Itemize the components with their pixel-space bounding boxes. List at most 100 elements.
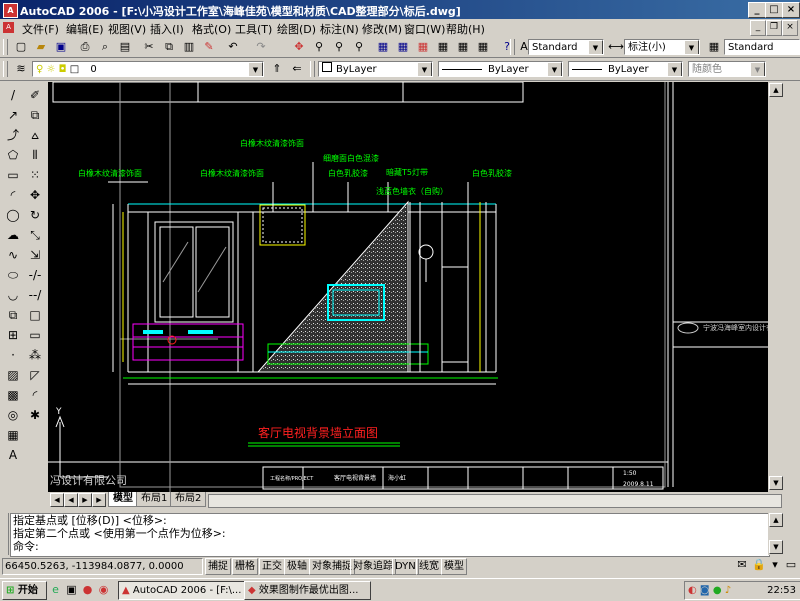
layer-combo[interactable]: ♀ ☼ ◘ □ 0 ▼ (32, 61, 264, 77)
doc-close-button[interactable]: × (782, 20, 798, 36)
region-icon[interactable]: ◎ (4, 406, 22, 424)
polar-toggle[interactable]: 极轴 (284, 558, 310, 575)
quicklaunch-desktop-icon[interactable]: ▣ (64, 581, 79, 598)
tray-icon[interactable]: ◙ (700, 585, 710, 596)
scroll-down-icon[interactable]: ▼ (769, 476, 783, 490)
stretch-icon[interactable]: ⇲ (26, 246, 44, 264)
redo-icon[interactable]: ↷ (252, 38, 270, 56)
polyline-icon[interactable]: ⤴ (4, 126, 22, 144)
explode-icon[interactable]: ✱ (26, 406, 44, 424)
offset-icon[interactable]: ⫴ (26, 146, 44, 164)
spline-icon[interactable]: ∿ (4, 246, 22, 264)
start-button[interactable]: ⊞ 开始 (2, 581, 47, 600)
scroll-up-icon[interactable]: ▲ (769, 83, 783, 97)
design-center-icon[interactable]: ▦ (394, 38, 412, 56)
table-icon[interactable]: ▦ (4, 426, 22, 444)
chevron-down-icon[interactable]: ▼ (667, 62, 682, 76)
menu-dimension[interactable]: 标注(N) (320, 21, 359, 37)
chevron-down-icon[interactable]: ▼ (417, 62, 432, 76)
rotate-icon[interactable]: ↻ (26, 206, 44, 224)
otrack-toggle[interactable]: 对象追踪 (350, 558, 396, 575)
erase-icon[interactable]: ✐ (26, 86, 44, 104)
menu-help[interactable]: 帮助(H) (446, 21, 485, 37)
new-file-icon[interactable]: ▢ (12, 38, 30, 56)
copy-icon[interactable]: ⧉ (160, 38, 178, 56)
plot-style-combo[interactable]: 随颜色 ▼ (688, 61, 766, 77)
dyn-toggle[interactable]: DYN (392, 558, 419, 575)
polygon-icon[interactable]: ⬠ (4, 146, 22, 164)
prev-tab-icon[interactable]: ◀ (64, 493, 78, 507)
ellipse-arc-icon[interactable]: ◡ (4, 286, 22, 304)
linetype-combo[interactable]: ByLayer ▼ (438, 61, 563, 77)
command-prompt[interactable]: 命令: (11, 540, 769, 553)
menu-format[interactable]: 格式(O) (192, 21, 231, 37)
close-button[interactable]: × (782, 2, 800, 18)
text-style-combo[interactable]: Standard ▼ (528, 39, 604, 55)
open-folder-icon[interactable]: ▰ (32, 38, 50, 56)
tray-icon[interactable]: ◐ (688, 585, 697, 596)
first-tab-icon[interactable]: ◀ (50, 493, 64, 507)
tool-palettes-icon[interactable]: ▦ (414, 38, 432, 56)
lineweight-toggle[interactable]: 线宽 (416, 558, 442, 575)
ortho-toggle[interactable]: 正交 (259, 558, 285, 575)
gradient-icon[interactable]: ▩ (4, 386, 22, 404)
next-tab-icon[interactable]: ▶ (78, 493, 92, 507)
dim-style-icon[interactable]: ⟷ (607, 38, 625, 56)
tray-icon[interactable]: ● (713, 585, 722, 596)
task-autocad[interactable]: ▲ AutoCAD 2006 - [F:\... (118, 581, 245, 600)
menu-edit[interactable]: 编辑(E) (66, 21, 104, 37)
calculator-icon[interactable]: ▦ (474, 38, 492, 56)
properties-icon[interactable]: ▦ (374, 38, 392, 56)
array-icon[interactable]: ⁙ (26, 166, 44, 184)
menu-draw[interactable]: 绘图(D) (277, 21, 316, 37)
tab-model[interactable]: 模型 (108, 492, 138, 507)
chevron-down-icon[interactable]: ▼ (750, 62, 765, 76)
circle-icon[interactable]: ◯ (4, 206, 22, 224)
point-icon[interactable]: · (4, 346, 22, 364)
chevron-down-icon[interactable]: ▼ (588, 40, 603, 54)
task-render-doc[interactable]: ◆ 效果图制作最优出图... (244, 581, 371, 600)
tab-layout2[interactable]: 布局2 (170, 492, 207, 507)
chamfer-icon[interactable]: ◸ (26, 366, 44, 384)
osnap-toggle[interactable]: 对象捕捉 (309, 558, 355, 575)
tray-icon[interactable]: ♪ (725, 585, 731, 596)
menu-modify[interactable]: 修改(M) (362, 21, 402, 37)
layer-manager-icon[interactable]: ≋ (12, 60, 30, 78)
ellipse-icon[interactable]: ⬭ (4, 266, 22, 284)
rectangle-icon[interactable]: ▭ (4, 166, 22, 184)
document-icon[interactable]: A (3, 22, 14, 33)
status-menu-icon[interactable]: ▾ (768, 557, 782, 573)
zoom-previous-icon[interactable]: ⚲ (350, 38, 368, 56)
drawing-area[interactable]: 宁波冯海峰室内设计有限公司 工程名称/PROJECT 客厅电视背景墙 海小虹 1… (48, 82, 768, 492)
pan-icon[interactable]: ✥ (290, 38, 308, 56)
menu-view[interactable]: 视图(V) (108, 21, 146, 37)
communication-center-icon[interactable]: ✉ (735, 557, 749, 573)
doc-restore-button[interactable]: ❐ (766, 20, 782, 36)
zoom-window-icon[interactable]: ⚲ (330, 38, 348, 56)
minimize-button[interactable]: _ (748, 2, 766, 18)
scale-icon[interactable]: ⤡ (26, 226, 44, 244)
scroll-down-icon[interactable]: ▼ (769, 540, 783, 554)
layer-previous-icon[interactable]: ⇐ (288, 60, 306, 78)
toolbar-grip[interactable] (3, 39, 8, 55)
scroll-up-icon[interactable]: ▲ (769, 513, 783, 527)
markup-icon[interactable]: ▦ (454, 38, 472, 56)
plot-icon[interactable]: ⎙ (76, 38, 94, 56)
revision-cloud-icon[interactable]: ☁ (4, 226, 22, 244)
quicklaunch-media-icon[interactable]: ◉ (96, 581, 111, 598)
break-at-point-icon[interactable]: □ (26, 306, 44, 324)
table-style-icon[interactable]: ▦ (705, 38, 723, 56)
arc-icon[interactable]: ◜ (4, 186, 22, 204)
clean-screen-icon[interactable]: ▭ (784, 557, 798, 573)
clock[interactable]: 22:53 (767, 582, 796, 599)
menu-insert[interactable]: 插入(I) (150, 21, 184, 37)
trim-icon[interactable]: -/- (26, 266, 44, 284)
fillet-icon[interactable]: ◜ (26, 386, 44, 404)
autocad-app-icon[interactable]: A (3, 3, 18, 18)
toolbar-grip[interactable] (310, 61, 315, 77)
zoom-realtime-icon[interactable]: ⚲ (310, 38, 328, 56)
lock-icon[interactable]: 🔒 (752, 557, 766, 573)
chevron-down-icon[interactable]: ▼ (684, 40, 699, 54)
make-object-layer-current-icon[interactable]: ⇑ (268, 60, 286, 78)
command-window[interactable]: 指定基点或 [位移(D)] <位移>: 指定第二个点或 <使用第一个点作为位移>… (10, 513, 770, 557)
